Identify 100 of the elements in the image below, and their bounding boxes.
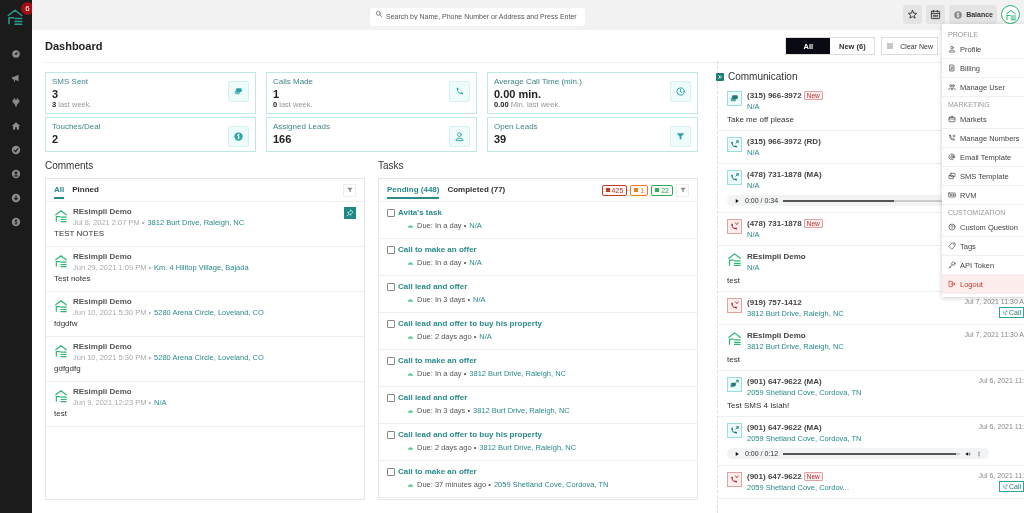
receipt-icon [948, 64, 956, 72]
tab[interactable]: Pinned [72, 181, 99, 199]
task-title[interactable]: Call to make an offer [398, 245, 477, 254]
task-title[interactable]: Call to make an offer [398, 467, 477, 476]
assignee-icon [407, 481, 414, 488]
section-title: Communication [728, 71, 798, 82]
tab[interactable]: Pending (448) [387, 181, 440, 199]
author-name: REsimpli Demo [73, 342, 133, 351]
phone-icon [729, 139, 740, 150]
checkbox[interactable] [387, 245, 395, 254]
calendar-button[interactable] [926, 5, 946, 24]
play-icon[interactable] [734, 197, 740, 204]
contact-name: REsimpli Demo [747, 331, 806, 340]
logo-icon [6, 8, 24, 26]
assignee-icon [407, 222, 414, 229]
checkbox[interactable] [387, 282, 395, 291]
pin-button[interactable] [344, 207, 356, 219]
calendar-icon [930, 9, 942, 20]
house-logo-icon [54, 344, 68, 358]
home-icon[interactable] [11, 121, 21, 131]
contact-name: (901) 647-9622 [747, 472, 802, 481]
stat-value: 1 [273, 88, 281, 100]
contact-name: (919) 757-1412 [747, 298, 802, 307]
briefcase-icon [948, 115, 956, 123]
dollar-circle-icon[interactable] [11, 217, 21, 227]
comment-text: TEST NOTES [54, 229, 106, 238]
volume-icon[interactable] [965, 450, 971, 457]
assignee-icon [407, 259, 414, 266]
filter-button[interactable] [676, 183, 689, 197]
task-title[interactable]: Call lead and offer to buy his property [398, 430, 543, 439]
phone-icon [729, 172, 740, 183]
filter-icon [678, 186, 687, 194]
message-text: Take me off please [727, 115, 794, 124]
group-icon [948, 83, 956, 91]
author-name: REsimpli Demo [73, 387, 133, 396]
house-logo-icon [54, 299, 68, 313]
stat-label: SMS Sent [52, 77, 89, 86]
comment-text: test [54, 409, 68, 418]
contact-name: (315) 966-3972 (RD) [747, 137, 821, 146]
chat-icon [729, 93, 740, 104]
checkbox[interactable] [387, 467, 395, 476]
stat-value: 3 [52, 88, 60, 100]
logout-icon [948, 280, 956, 288]
contact-name: REsimpli Demo [747, 252, 806, 261]
checkbox[interactable] [387, 208, 395, 217]
author-name: REsimpli Demo [73, 252, 133, 261]
list-icon [886, 42, 895, 50]
tab[interactable]: Completed (77) [447, 181, 506, 199]
message-text: test [727, 276, 740, 285]
plug-icon[interactable] [11, 97, 21, 107]
contact-name: (901) 647-9622 (MA) [747, 423, 822, 432]
stat-label: Touches/Deal [52, 122, 101, 131]
avatar[interactable] [1001, 5, 1020, 24]
collapse-icon[interactable] [716, 72, 724, 81]
star-icon [907, 9, 919, 20]
assignee-icon [407, 296, 414, 303]
filter-icon [345, 186, 354, 194]
phone-icon [729, 221, 740, 232]
stat-value: 0.00 min. [494, 88, 543, 100]
filter-button[interactable] [343, 183, 356, 197]
stat-value: 39 [494, 133, 508, 145]
download-circle-icon[interactable] [11, 193, 21, 203]
play-icon[interactable] [734, 450, 740, 457]
house-logo-icon [727, 331, 742, 346]
key-icon [948, 261, 956, 269]
tab[interactable]: All [54, 181, 65, 199]
stat-label: Open Leads [494, 122, 538, 131]
task-title[interactable]: Call lead and offer to buy his property [398, 319, 543, 328]
stat-label: Assigned Leads [273, 122, 330, 131]
phone-icon [454, 86, 465, 97]
assignee-icon [407, 333, 414, 340]
person-icon [454, 131, 465, 142]
message-text: Test SMS 4 Isiah! [727, 401, 790, 410]
author-name: REsimpli Demo [73, 207, 133, 216]
page-title: Dashboard [45, 40, 103, 52]
phone-icon [729, 300, 740, 311]
house-logo-icon [727, 252, 742, 267]
favorites-button[interactable] [903, 5, 923, 24]
user-circle-icon[interactable] [11, 169, 21, 179]
message-text: test [727, 355, 740, 364]
task-title[interactable]: Avita's task [398, 208, 442, 217]
house-logo-icon [54, 209, 68, 223]
house-logo-icon [54, 389, 68, 403]
task-title[interactable]: Call lead and offer [398, 393, 468, 402]
assignee-icon [407, 370, 414, 377]
dollar-icon [233, 131, 244, 142]
checkbox[interactable] [387, 430, 395, 439]
search-icon [375, 10, 383, 18]
tag-icon [948, 242, 956, 250]
gauge-icon[interactable] [11, 49, 21, 59]
checkbox[interactable] [387, 356, 395, 365]
at-sign-icon [948, 153, 956, 161]
person-icon [948, 45, 956, 53]
checkbox[interactable] [387, 393, 395, 402]
task-title[interactable]: Call lead and offer [398, 282, 468, 291]
megaphone-icon[interactable] [11, 73, 21, 83]
task-title[interactable]: Call to make an offer [398, 356, 477, 365]
check-circle-icon[interactable] [11, 145, 21, 155]
checkbox[interactable] [387, 319, 395, 328]
question-icon [948, 223, 956, 231]
